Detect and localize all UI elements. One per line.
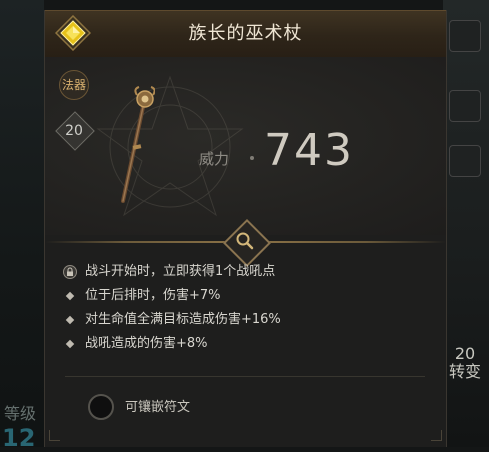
background-transform-badge[interactable]: 20 转变	[449, 345, 481, 381]
bullet-icon	[65, 339, 75, 349]
background-slot-icon[interactable]	[449, 90, 481, 122]
power-label: 威力	[199, 150, 230, 168]
effect-text: 战吼造成的伤害+8%	[85, 336, 208, 351]
item-title-bar: 族长的巫术杖	[45, 10, 446, 58]
background-level-value: 12	[2, 424, 36, 452]
rune-socket-label: 可镶嵌符文	[125, 400, 191, 415]
power-separator	[250, 156, 254, 160]
effect-text: 对生命值全满目标造成伤害+16%	[85, 312, 281, 327]
item-stats-panel: 法器 20 威力 743	[45, 57, 446, 235]
magnifier-icon[interactable]	[234, 230, 256, 252]
background-slot-icon[interactable]	[449, 145, 481, 177]
frame-corner	[431, 430, 442, 441]
power-value: 743	[264, 125, 354, 176]
effect-text: 位于后排时，伤害+7%	[85, 288, 221, 303]
item-tooltip: 族长的巫术杖 法器 20 威力 743 战斗开始时，立即获得1个战吼点 位于后排…	[44, 10, 447, 447]
background-level-label: 等级	[4, 404, 37, 423]
bullet-icon	[65, 291, 75, 301]
transform-level: 20	[454, 344, 476, 363]
item-level: 20	[65, 123, 83, 139]
transform-label: 转变	[448, 362, 481, 381]
background-slot-icon[interactable]	[449, 20, 481, 52]
staff-weapon-icon	[121, 86, 155, 203]
rune-socket[interactable]	[88, 394, 114, 420]
effect-text: 战斗开始时，立即获得1个战吼点	[85, 264, 276, 279]
lock-icon	[63, 265, 77, 279]
item-type-badge: 法器	[59, 70, 89, 100]
item-name: 族长的巫术杖	[188, 23, 303, 44]
decorative-sigil-icon	[96, 75, 244, 217]
effect-item: 对生命值全满目标造成伤害+16%	[63, 308, 433, 332]
socket-divider	[65, 376, 425, 377]
effect-item: 战斗开始时，立即获得1个战吼点	[63, 260, 433, 284]
bullet-icon	[65, 315, 75, 325]
effects-list: 战斗开始时，立即获得1个战吼点 位于后排时，伤害+7% 对生命值全满目标造成伤害…	[63, 260, 433, 356]
effect-item: 战吼造成的伤害+8%	[63, 332, 433, 356]
effect-item: 位于后排时，伤害+7%	[63, 284, 433, 308]
frame-corner	[49, 430, 60, 441]
background-left-panel	[0, 0, 44, 447]
